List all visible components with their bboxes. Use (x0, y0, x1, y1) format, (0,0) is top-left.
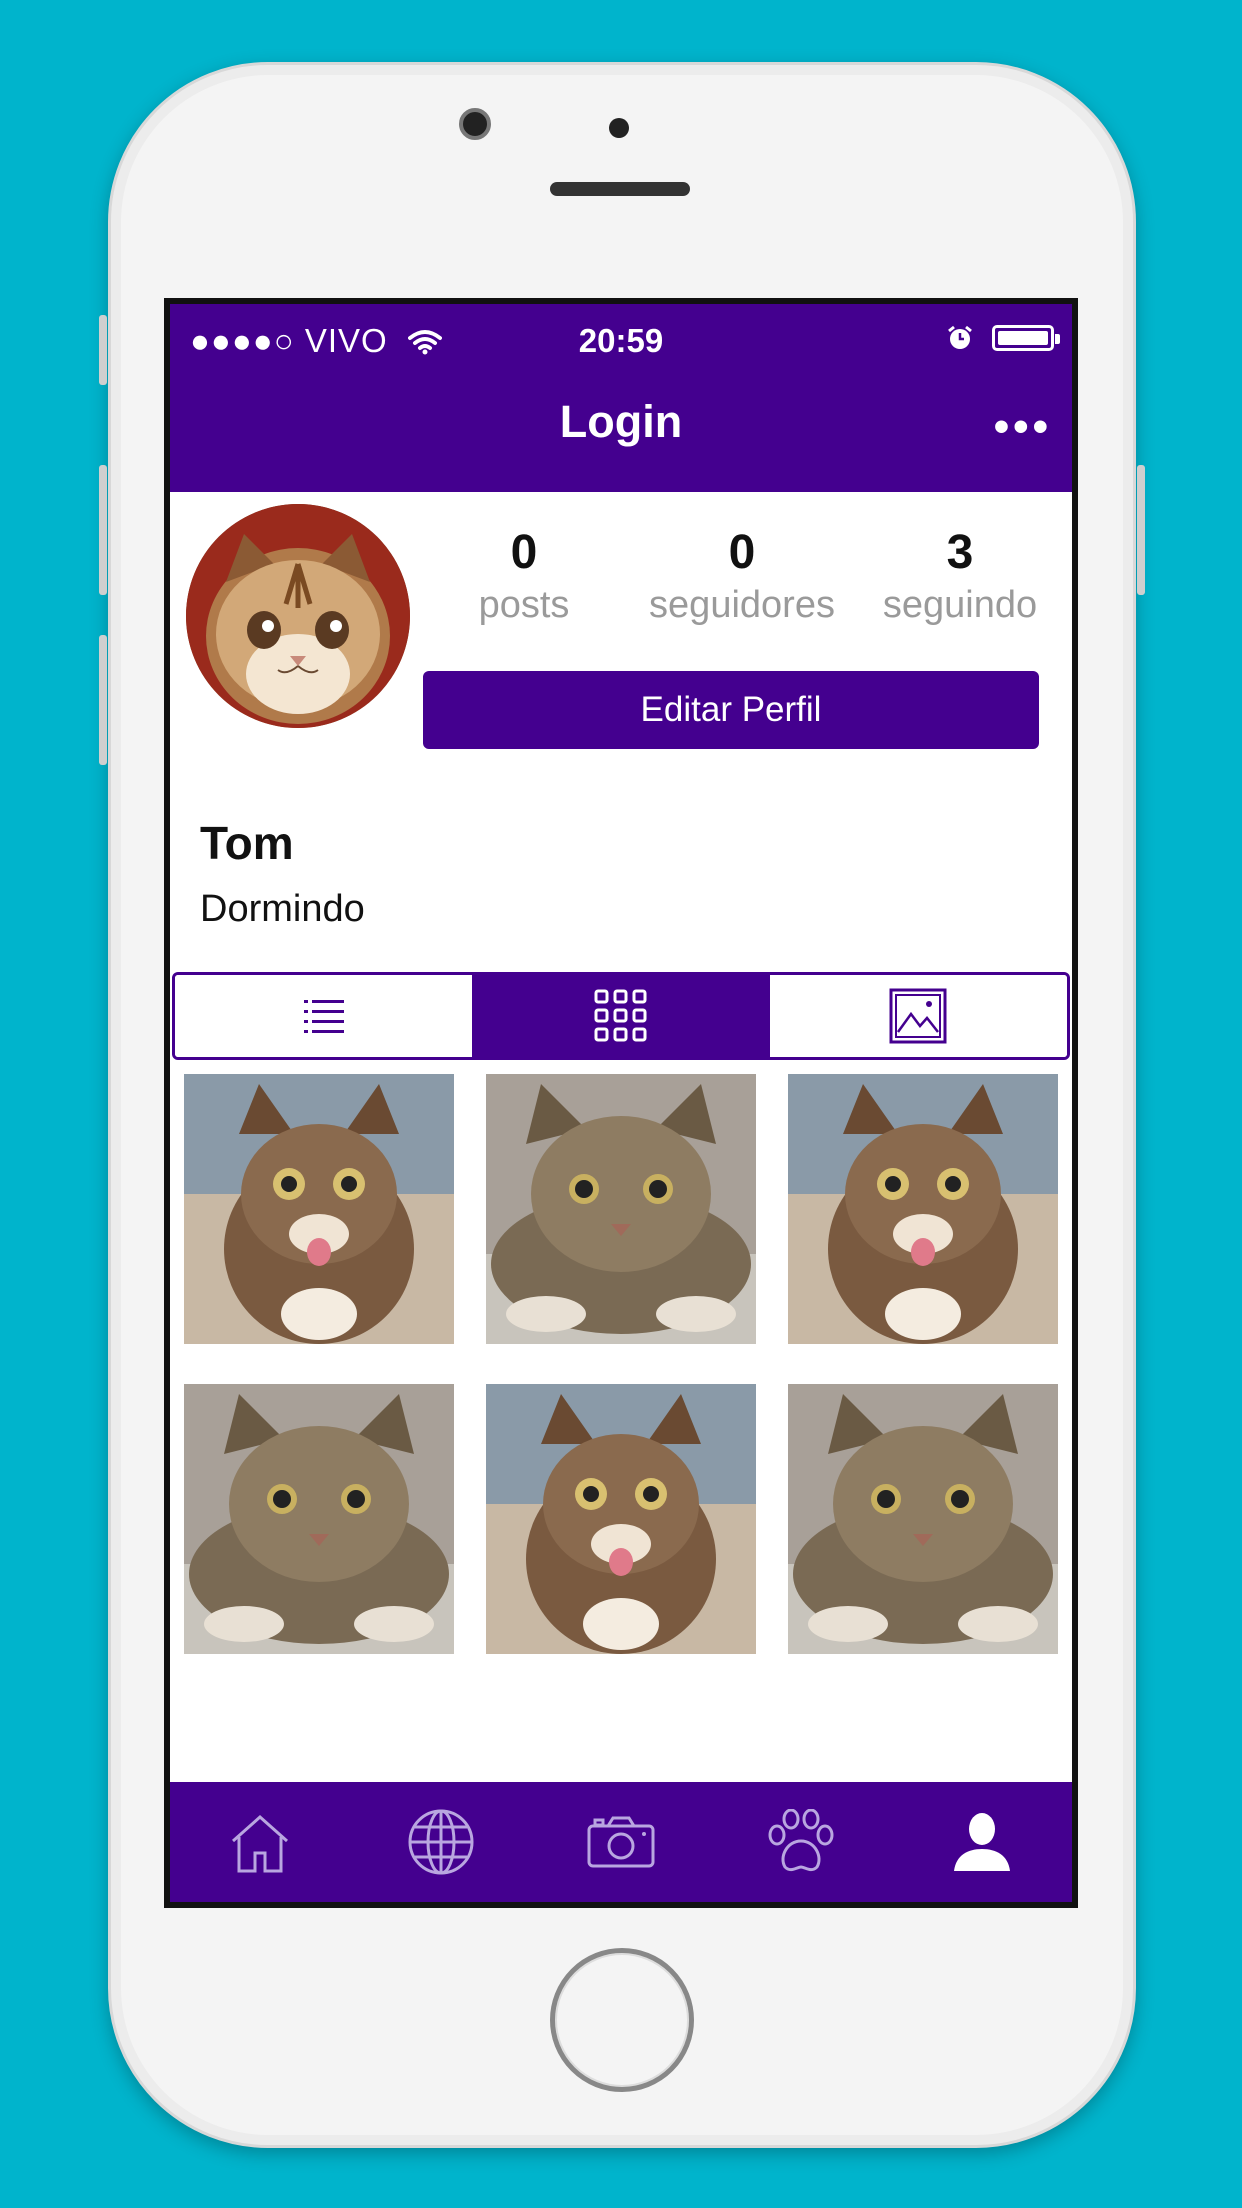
tab-grid-view[interactable] (472, 975, 770, 1057)
tab-list-view[interactable] (175, 975, 473, 1057)
photo-tile[interactable] (788, 1074, 1058, 1344)
status-right (946, 324, 1060, 352)
globe-icon (408, 1809, 474, 1875)
nav-camera[interactable] (576, 1797, 666, 1887)
earpiece-speaker (550, 182, 690, 196)
stat-value: 3 (946, 526, 974, 579)
stat-following[interactable]: 3 seguindo (851, 526, 1069, 636)
alarm-icon (948, 325, 972, 349)
profile-stats: 0 posts 0 seguidores 3 seguindo (415, 526, 1069, 636)
photo-tile[interactable] (184, 1384, 454, 1654)
kitten-tongue-photo (486, 1384, 756, 1654)
tabby-lying-photo (486, 1074, 756, 1344)
stat-value: 0 (510, 526, 538, 579)
photo-tile[interactable] (486, 1074, 756, 1344)
tab-image-view[interactable] (769, 975, 1067, 1057)
page-title: Login (559, 396, 683, 447)
profile-bio: Dormindo (200, 888, 365, 930)
more-options-button[interactable]: ••• (994, 402, 1052, 452)
image-icon (889, 988, 947, 1044)
camera-icon (587, 1816, 655, 1868)
kitten-avatar-image (186, 504, 410, 728)
stat-label: posts (478, 584, 570, 626)
photo-tile[interactable] (788, 1384, 1058, 1654)
volume-up-button (99, 465, 107, 595)
tabby-lying-photo (184, 1384, 454, 1654)
mute-switch (99, 315, 107, 385)
status-bar: ●●●●○ VIVO 20:59 (170, 316, 1072, 366)
stat-label: seguindo (882, 584, 1038, 626)
kitten-tongue-photo (184, 1074, 454, 1344)
paw-icon (768, 1809, 834, 1872)
stat-label: seguidores (649, 584, 835, 626)
home-button[interactable] (550, 1948, 694, 2092)
stat-followers[interactable]: 0 seguidores (633, 526, 851, 636)
home-icon (232, 1814, 289, 1873)
photo-tile[interactable] (184, 1074, 454, 1344)
tabby-lying-photo (788, 1384, 1058, 1654)
power-button (1137, 465, 1145, 595)
stat-value: 0 (728, 526, 756, 579)
avatar[interactable] (186, 504, 410, 728)
stat-posts[interactable]: 0 posts (415, 526, 633, 636)
bottom-tab-bar (170, 1782, 1072, 1902)
list-icon (303, 1000, 344, 1033)
profile-name: Tom (200, 817, 294, 869)
front-camera (459, 108, 491, 140)
proximity-sensor (609, 118, 629, 138)
nav-explore[interactable] (396, 1797, 486, 1887)
nav-home[interactable] (215, 1797, 305, 1887)
grid-icon (594, 989, 647, 1042)
user-icon (953, 1813, 1010, 1871)
top-bar: ●●●●○ VIVO 20:59 Login ••• (170, 304, 1072, 492)
nav-profile[interactable] (937, 1797, 1027, 1887)
view-mode-tabs (172, 972, 1070, 1060)
nav-pets[interactable] (756, 1797, 846, 1887)
app-screen: ●●●●○ VIVO 20:59 Login ••• 0 posts 0 seg… (164, 298, 1078, 1908)
battery-icon (992, 325, 1060, 351)
photo-tile[interactable] (486, 1384, 756, 1654)
edit-profile-button[interactable]: Editar Perfil (423, 671, 1039, 749)
clock: 20:59 (578, 322, 664, 359)
volume-down-button (99, 635, 107, 765)
kitten-tongue-photo (788, 1074, 1058, 1344)
